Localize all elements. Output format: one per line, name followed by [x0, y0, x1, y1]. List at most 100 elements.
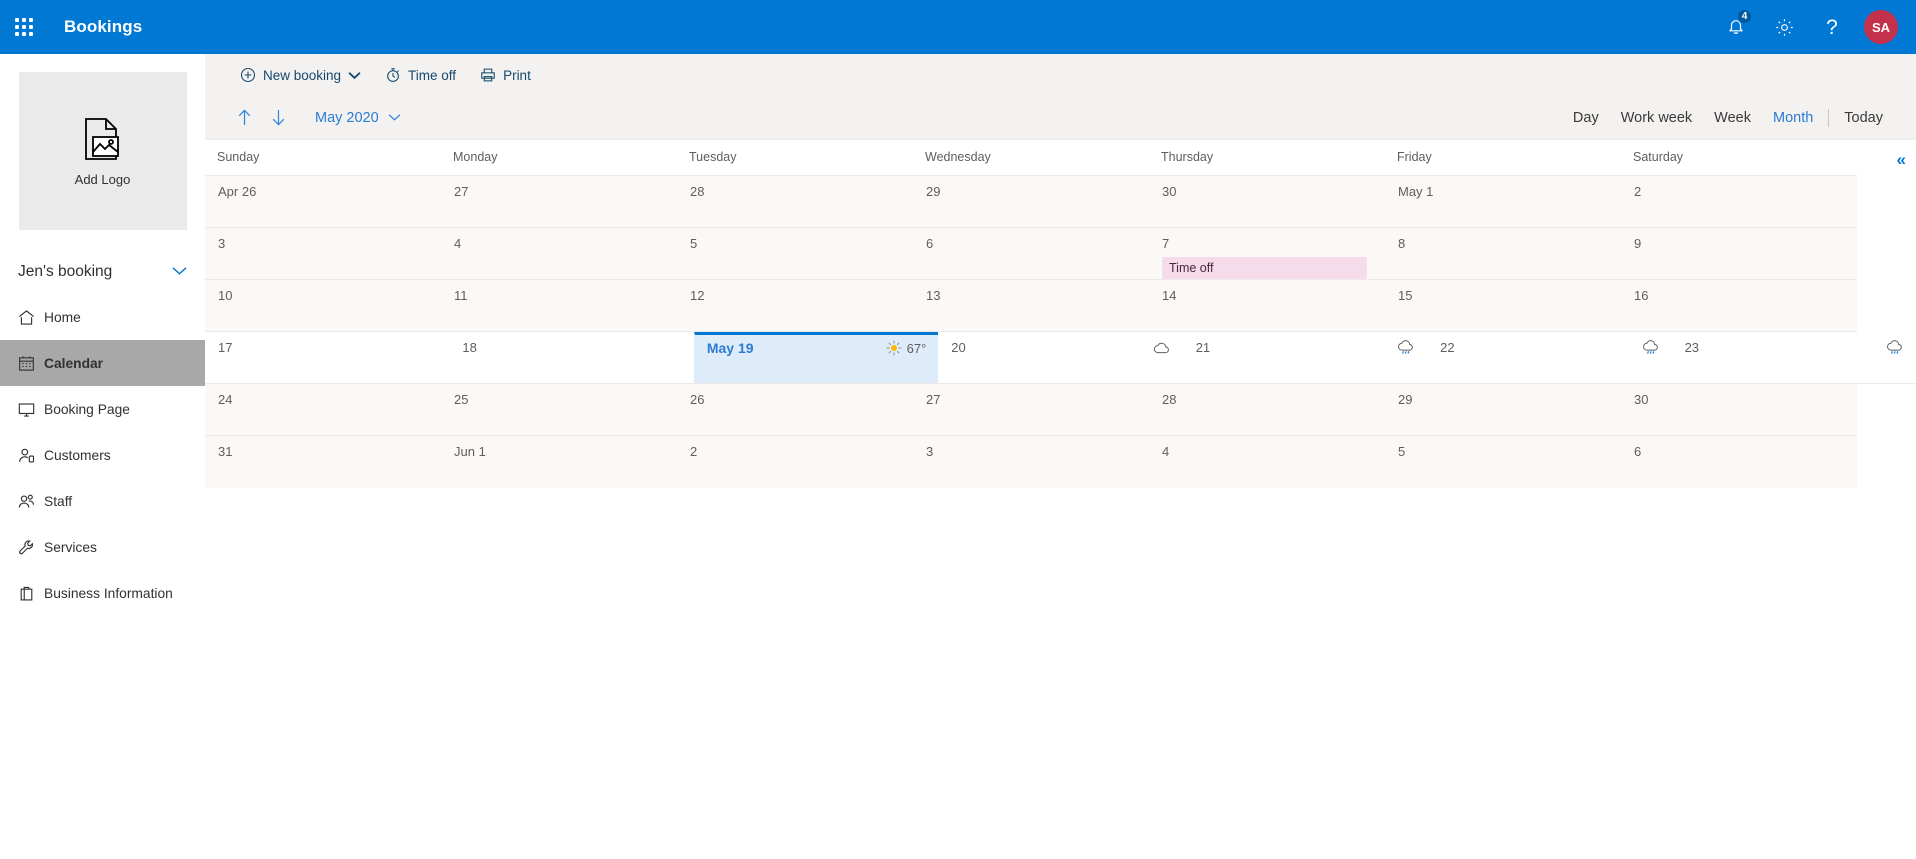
calendar-day-cell[interactable]: 2: [1621, 176, 1857, 227]
sidebar: Add Logo Jen's booking Home Calendar Boo: [0, 54, 205, 859]
calendar-day-cell[interactable]: 4: [441, 228, 677, 279]
calendar-day-cell[interactable]: 6: [913, 228, 1149, 279]
business-switcher[interactable]: Jen's booking: [0, 250, 205, 294]
calendar-day-cell[interactable]: 6: [1621, 436, 1857, 488]
calendar-day-cell[interactable]: 11: [441, 280, 677, 331]
day-number: 4: [454, 236, 462, 251]
calendar-day-cell[interactable]: 9: [1621, 228, 1857, 279]
calendar-navigation-bar: May 2020 Day Work week Week Month Today: [205, 96, 1916, 140]
calendar-day-cell[interactable]: 15: [1385, 280, 1621, 331]
add-logo-button[interactable]: Add Logo: [18, 72, 187, 230]
day-header: Thursday: [1161, 150, 1214, 164]
calendar-day-cell[interactable]: 14: [1149, 280, 1385, 331]
weather-indicator: [1642, 340, 1662, 355]
calendar-day-cell[interactable]: 29: [913, 176, 1149, 227]
day-number: Jun 1: [454, 444, 486, 459]
calendar-day-cell-today[interactable]: May 19 67°: [693, 332, 939, 383]
calendar-day-cell[interactable]: 16: [1621, 280, 1857, 331]
calendar-day-cell[interactable]: 29: [1385, 384, 1621, 435]
calendar-day-cell[interactable]: 5: [1385, 436, 1621, 488]
sidebar-item-business-information[interactable]: Business Information: [0, 570, 205, 616]
calendar-day-cell[interactable]: 24: [205, 384, 441, 435]
day-number: 5: [690, 236, 698, 251]
sidebar-item-label: Services: [44, 539, 97, 555]
calendar-day-cell[interactable]: 10: [205, 280, 441, 331]
view-switcher: Day Work week Week Month Today: [1562, 106, 1916, 130]
avatar[interactable]: SA: [1864, 10, 1898, 44]
day-header: Sunday: [217, 150, 260, 164]
day-cell-header: 21: [1196, 340, 1417, 355]
calendar-day-cell[interactable]: 2: [677, 436, 913, 488]
sunny-icon: [886, 340, 902, 356]
day-cell-header: 5: [1398, 444, 1611, 459]
calendar-day-cell[interactable]: 5: [677, 228, 913, 279]
briefcase-icon: [18, 585, 44, 602]
view-week-button[interactable]: Week: [1703, 106, 1762, 130]
calendar-week-row: 3 4 5 6 7 Time off 8 9: [205, 228, 1857, 280]
sidebar-item-calendar[interactable]: Calendar: [0, 340, 205, 386]
previous-period-button[interactable]: [227, 102, 261, 134]
collapse-panel-button[interactable]: «: [1897, 150, 1907, 170]
calendar-day-cell[interactable]: 28: [1149, 384, 1385, 435]
sidebar-item-customers[interactable]: Customers: [0, 432, 205, 478]
weather-indicator: [1886, 340, 1906, 355]
sidebar-item-booking-page[interactable]: Booking Page: [0, 386, 205, 432]
help-button[interactable]: ?: [1808, 0, 1856, 54]
view-work-week-button[interactable]: Work week: [1610, 106, 1703, 130]
time-off-button[interactable]: Time off: [375, 58, 466, 92]
calendar-event[interactable]: Time off: [1162, 257, 1367, 279]
sidebar-item-services[interactable]: Services: [0, 524, 205, 570]
settings-button[interactable]: [1760, 0, 1808, 54]
calendar-day-cell[interactable]: 17: [205, 332, 449, 383]
calendar-day-cell[interactable]: 28: [677, 176, 913, 227]
sidebar-item-staff[interactable]: Staff: [0, 478, 205, 524]
add-image-icon: [84, 117, 119, 160]
calendar-day-cell[interactable]: 4: [1149, 436, 1385, 488]
calendar-day-cell[interactable]: 25: [441, 384, 677, 435]
calendar-day-cell[interactable]: 26: [677, 384, 913, 435]
calendar-day-cell[interactable]: 8: [1385, 228, 1621, 279]
day-header: Monday: [453, 150, 498, 164]
calendar-day-cell[interactable]: Apr 26: [205, 176, 441, 227]
calendar-day-cell[interactable]: 20: [938, 332, 1182, 383]
calendar-day-cell[interactable]: 30: [1621, 384, 1857, 435]
today-button[interactable]: Today: [1833, 106, 1894, 130]
new-booking-button[interactable]: New booking: [230, 58, 371, 92]
add-logo-label: Add Logo: [74, 171, 131, 187]
next-period-button[interactable]: [261, 102, 295, 134]
stopwatch-icon: [387, 68, 400, 82]
calendar-icon: [18, 355, 44, 372]
calendar-day-cell[interactable]: 3: [205, 228, 441, 279]
day-cell-header: May 19 67°: [707, 340, 928, 356]
calendar-day-cell[interactable]: 23: [1672, 332, 1916, 383]
app-launcher-button[interactable]: [0, 0, 48, 54]
day-cell-header: 22: [1440, 340, 1661, 355]
calendar-day-cell[interactable]: 18: [449, 332, 693, 383]
view-day-button[interactable]: Day: [1562, 106, 1610, 130]
day-cell-header: 30: [1162, 184, 1375, 199]
view-month-button[interactable]: Month: [1762, 106, 1824, 130]
day-cell-header: 11: [454, 288, 667, 303]
calendar-day-cell[interactable]: 27: [913, 384, 1149, 435]
date-picker-button[interactable]: May 2020: [305, 102, 411, 134]
calendar-day-cell[interactable]: 7 Time off: [1149, 228, 1385, 279]
calendar-day-cell[interactable]: Jun 1: [441, 436, 677, 488]
day-number: 29: [1398, 392, 1413, 407]
notifications-button[interactable]: 4: [1712, 0, 1760, 54]
calendar-day-cell[interactable]: 27: [441, 176, 677, 227]
calendar-day-cell[interactable]: 31: [205, 436, 441, 488]
calendar-day-cell[interactable]: 21: [1183, 332, 1427, 383]
calendar-day-cell[interactable]: 22: [1427, 332, 1671, 383]
day-cell-header: 10: [218, 288, 431, 303]
calendar-day-cell[interactable]: 3: [913, 436, 1149, 488]
calendar-week-row: 17 18 May 19 67° 20 21 22 23: [205, 332, 1916, 384]
calendar-day-cell[interactable]: May 1: [1385, 176, 1621, 227]
calendar-day-cell[interactable]: 12: [677, 280, 913, 331]
calendar-day-cell[interactable]: 13: [913, 280, 1149, 331]
sidebar-item-home[interactable]: Home: [0, 294, 205, 340]
day-number: 15: [1398, 288, 1413, 303]
calendar-day-cell[interactable]: 30: [1149, 176, 1385, 227]
day-number: 17: [218, 340, 233, 355]
print-button[interactable]: Print: [470, 58, 541, 92]
day-number: 26: [690, 392, 705, 407]
